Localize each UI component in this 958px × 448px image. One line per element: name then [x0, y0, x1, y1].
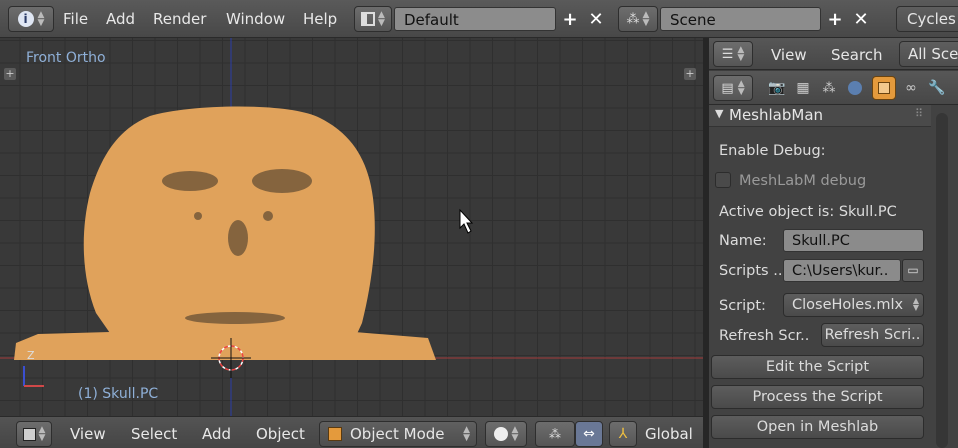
- render-layers-tab-icon[interactable]: ▦: [791, 76, 815, 100]
- layout-name-field[interactable]: Default: [394, 7, 556, 31]
- world-tab-icon[interactable]: [843, 76, 867, 100]
- close-layout-icon[interactable]: ✕: [586, 9, 606, 30]
- object-mode-select[interactable]: Object Mode ▲ ▼: [319, 421, 477, 447]
- properties-icon: ▤: [721, 80, 734, 96]
- info-editor-type-button[interactable]: i ▲ ▼: [8, 6, 54, 32]
- script-label: Script:: [719, 298, 766, 314]
- object-mode-icon: [328, 427, 342, 441]
- pivot-point-select[interactable]: ⁂: [535, 421, 575, 447]
- drag-handle-icon[interactable]: ⠿: [915, 107, 923, 120]
- updown-arrows-icon: ▲ ▼: [463, 425, 470, 443]
- updown-arrows-icon: ▲ ▼: [737, 79, 745, 97]
- outliner-search-menu[interactable]: Search: [831, 46, 883, 64]
- scripts-path-label: Scripts ..: [719, 263, 783, 279]
- folder-browse-icon[interactable]: ▭: [902, 259, 924, 282]
- scene-tab-icon[interactable]: ⁂: [817, 76, 841, 100]
- panel-header[interactable]: ▼ MeshlabMan ⠿: [709, 105, 931, 127]
- updown-arrows-icon: ▲ ▼: [511, 425, 519, 443]
- outliner-header: ☰ ▲ ▼ View Search All Sce: [709, 38, 958, 70]
- script-select-value: CloseHoles.mlx: [792, 297, 904, 313]
- info-icon: i: [17, 11, 34, 27]
- debug-checkbox-label[interactable]: MeshLabM debug: [739, 173, 866, 189]
- updown-arrows-icon: ▲ ▼: [642, 10, 650, 28]
- top-header: i ▲ ▼ File Add Render Window Help ▲ ▼ Defa…: [0, 0, 958, 38]
- manipulator-icon: ⇔: [583, 426, 595, 442]
- process-script-button[interactable]: Process the Script: [711, 385, 924, 409]
- scripts-path-field[interactable]: C:\Users\kur..: [783, 259, 901, 282]
- refresh-scripts-label: Refresh Scr..: [719, 328, 810, 344]
- viewport-scene: [0, 38, 703, 416]
- menu-object[interactable]: Object: [256, 425, 305, 443]
- enable-debug-label: Enable Debug:: [719, 143, 826, 159]
- axis-z-label: Z: [27, 349, 35, 362]
- updown-arrows-icon: ▲ ▼: [378, 10, 385, 28]
- outliner-filter-select[interactable]: All Sce: [899, 41, 958, 67]
- menu-window[interactable]: Window: [226, 10, 285, 28]
- manipulator-toggle[interactable]: ⇔: [575, 421, 603, 447]
- updown-arrows-icon: ▲ ▼: [912, 296, 919, 312]
- layout-icon: [361, 12, 376, 26]
- properties-header: ▤ ▲ ▼ 📷 ▦ ⁂ ∞ 🔧: [709, 71, 958, 105]
- transform-orientation-toggle[interactable]: ⅄: [609, 421, 637, 447]
- outliner-view-menu[interactable]: View: [771, 46, 807, 64]
- outliner-editor-type-button[interactable]: ☰ ▲ ▼: [713, 41, 753, 67]
- render-tab-icon[interactable]: 📷: [765, 76, 789, 100]
- menu-add[interactable]: Add: [106, 10, 135, 28]
- axis-gizmo-icon: [23, 366, 44, 387]
- name-field[interactable]: Skull.PC: [783, 229, 924, 252]
- menu-view[interactable]: View: [70, 425, 106, 443]
- constraints-tab-icon[interactable]: ∞: [899, 76, 923, 100]
- solid-shading-icon: [493, 427, 508, 441]
- scene-icon: ⁂: [626, 11, 640, 27]
- viewport-header: ▲ ▼ View Select Add Object Object Mode ▲ ▼…: [0, 416, 703, 448]
- pivot-icon: ⁂: [549, 427, 561, 441]
- panel-scrollbar[interactable]: [936, 113, 948, 448]
- properties-region: ☰ ▲ ▼ View Search All Sce ▤ ▲ ▼ 📷 ▦ ⁂ ∞ 🔧 …: [709, 38, 958, 448]
- add-layout-icon[interactable]: +: [560, 9, 580, 30]
- meshlabman-panel: ▼ MeshlabMan ⠿ Enable Debug: MeshLabM de…: [709, 105, 958, 448]
- active-object-label: (1) Skull.PC: [78, 386, 159, 402]
- open-in-meshlab-button[interactable]: Open in Meshlab: [711, 415, 924, 439]
- properties-editor-type-button[interactable]: ▤ ▲ ▼: [713, 75, 753, 101]
- object-tab-icon[interactable]: [872, 76, 896, 100]
- editor-type-button[interactable]: ▲ ▼: [16, 421, 52, 447]
- collapse-triangle-icon: ▼: [715, 107, 724, 120]
- scene-browse-button[interactable]: ⁂ ▲ ▼: [618, 6, 658, 32]
- close-scene-icon[interactable]: ✕: [851, 9, 871, 30]
- render-engine-select[interactable]: Cycles: [896, 6, 958, 32]
- menu-render[interactable]: Render: [153, 10, 206, 28]
- modifiers-tab-icon[interactable]: 🔧: [925, 76, 949, 100]
- refresh-scripts-button[interactable]: Refresh Scri..: [821, 323, 924, 347]
- name-label: Name:: [719, 233, 767, 249]
- object-mode-label: Object Mode: [350, 425, 445, 443]
- menu-help[interactable]: Help: [303, 10, 337, 28]
- menu-add-object[interactable]: Add: [202, 425, 231, 443]
- orientation-select[interactable]: Global: [645, 425, 693, 443]
- updown-arrows-icon: ▲ ▼: [37, 10, 45, 28]
- edit-script-button[interactable]: Edit the Script: [711, 355, 924, 379]
- active-object-text: Active object is: Skull.PC: [719, 204, 897, 220]
- updown-arrows-icon: ▲ ▼: [737, 45, 745, 63]
- 3d-viewport[interactable]: Front Ortho + + Z (1) Skull.PC: [0, 38, 703, 416]
- scene-name-field[interactable]: Scene: [660, 7, 821, 31]
- updown-arrows-icon: ▲ ▼: [38, 425, 46, 443]
- script-select[interactable]: CloseHoles.mlx ▲ ▼: [783, 293, 924, 317]
- debug-checkbox[interactable]: [715, 172, 731, 188]
- menu-select[interactable]: Select: [131, 425, 177, 443]
- layout-browse-button[interactable]: ▲ ▼: [354, 6, 392, 32]
- menu-file[interactable]: File: [63, 10, 88, 28]
- outliner-icon: ☰: [721, 46, 734, 62]
- cube-icon: [22, 427, 36, 441]
- add-scene-icon[interactable]: +: [825, 9, 845, 30]
- shading-select[interactable]: ▲ ▼: [485, 421, 527, 447]
- mouse-pointer-icon: [459, 208, 474, 234]
- transform-gizmo-icon: ⅄: [618, 426, 628, 442]
- panel-title: MeshlabMan: [729, 106, 824, 124]
